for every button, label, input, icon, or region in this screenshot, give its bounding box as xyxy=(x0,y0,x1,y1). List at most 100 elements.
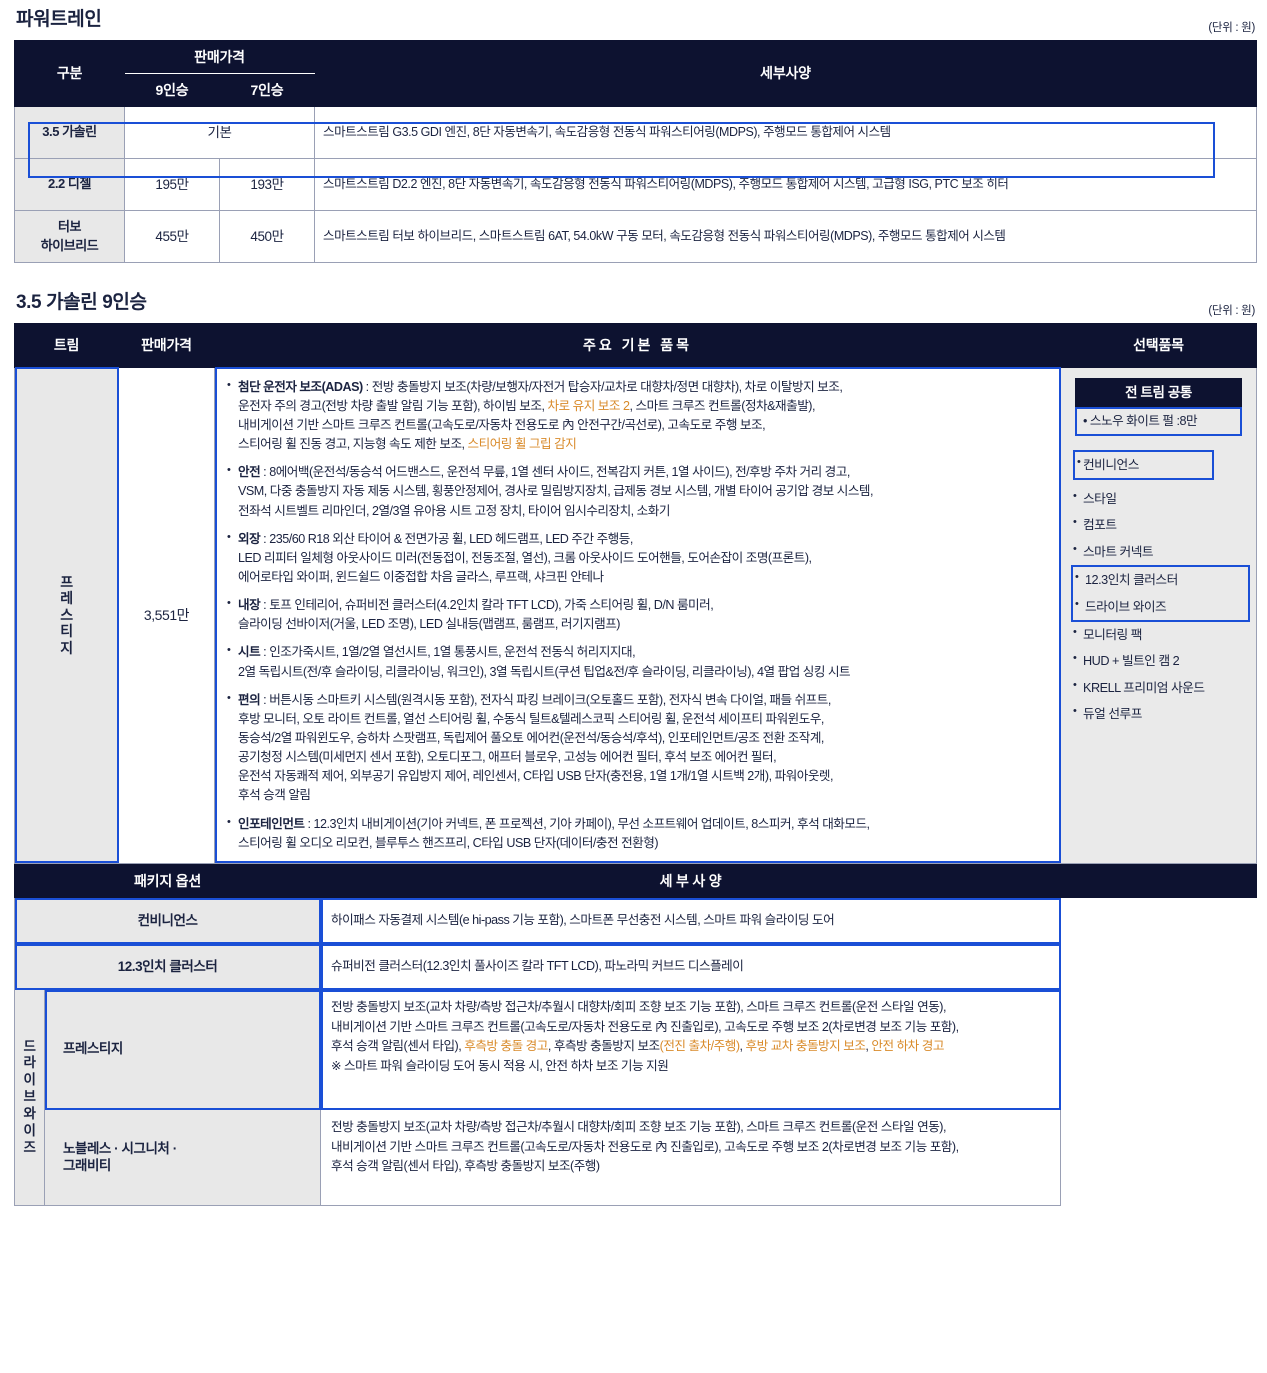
item-separator: : xyxy=(260,692,270,707)
option-item-hud-builtin-cam[interactable]: HUD + 빌트인 캠 2 xyxy=(1073,648,1246,674)
package-spacer-cell xyxy=(1060,943,1257,990)
powertrain-section-title: 파워트레인 xyxy=(16,9,102,30)
item-text: 2열 독립시트(전/후 슬라이딩, 리클라이닝, 워크인), 3열 독립시트(쿠… xyxy=(238,664,851,679)
drive-wise-label-line1: 드라이브 xyxy=(23,1038,36,1105)
row-spec-diesel: 스마트스트림 D2.2 엔진, 8단 자동변속기, 속도감응형 전동식 파워스티… xyxy=(314,158,1257,211)
package-table-head: 패키지 옵션 세 부 사 양 xyxy=(14,863,1257,899)
option-label: 12.3인치 클러스터 xyxy=(1085,573,1178,588)
item-text: 운전자 주의 경고(전방 차량 출발 알림 기능 포함), 하이빔 보조, xyxy=(238,398,548,413)
item-category: 인포테인먼트 xyxy=(238,816,305,831)
option-item-drive-wise[interactable]: 드라이브 와이즈 xyxy=(1075,594,1244,620)
option-item-dual-sunroof[interactable]: 듀얼 선루프 xyxy=(1073,701,1246,727)
item-text: 전방 충돌방지 보조(차량/보행자/자전거 탑승자/교차로 대향차/정면 대향차… xyxy=(371,379,843,394)
option-label: 스마트 커넥트 xyxy=(1083,544,1154,559)
package-label-prestige: 프레스티지 xyxy=(44,989,321,1111)
powertrain-section: 파워트레인 (단위 : 원) 구분 판매가격 세부사양 9인승 7인승 3.5 … xyxy=(14,6,1257,264)
option-snow-white-pearl[interactable]: • 스노우 화이트 펄 :8만 xyxy=(1075,407,1242,436)
item-category: 외장 xyxy=(238,531,261,546)
item-separator: : xyxy=(260,465,270,480)
trim-name-cell: 프 레 스 티 지 xyxy=(14,366,119,864)
trim-table: 트림 판매가격 주요 기본 품목 선택품목 프 레 스 티 지 3,551만 •… xyxy=(14,322,1257,864)
item-text: 동승석/2열 파워윈도우, 승하차 스팟램프, 독립제어 풀오토 에어컨(운전석… xyxy=(238,730,824,745)
row-price7-hybrid: 450만 xyxy=(218,210,316,264)
row-category-diesel: 2.2 디젤 xyxy=(14,158,125,211)
table-row: 드라이브 와이즈 프레스티지 전방 충돌방지 보조(교차 차량/측방 접근차/추… xyxy=(14,989,1257,1207)
noblesse-label-line2: 그래비티 xyxy=(63,1157,111,1173)
item-separator: : xyxy=(260,531,270,546)
item-text: 12.3인치 내비게이션(기아 커넥트, 폰 프로젝션, 기아 카페이), 무선… xyxy=(313,816,871,831)
option-item-comfort[interactable]: 컴포트 xyxy=(1073,512,1246,538)
package-group-label-drive-wise: 드라이브 와이즈 xyxy=(14,989,45,1207)
package-spec-cluster: 슈퍼비전 클러스터(12.3인치 풀사이즈 칼라 TFT LCD), 파노라믹 … xyxy=(320,943,1061,991)
noblesse-label-line1: 노블레스 · 시그니처 · xyxy=(63,1140,177,1156)
document-page: 파워트레인 (단위 : 원) 구분 판매가격 세부사양 9인승 7인승 3.5 … xyxy=(0,0,1267,1214)
item-text-highlight: 차로 유지 보조 2 xyxy=(547,398,630,413)
option-label: 컨비니언스 xyxy=(1083,457,1139,472)
header-seat9: 9인승 xyxy=(124,72,220,108)
row-category-hybrid: 터보 하이브리드 xyxy=(14,210,125,264)
option-item-style[interactable]: 스타일 xyxy=(1073,486,1246,512)
item-category: 첨단 운전자 보조(ADAS) xyxy=(238,379,363,394)
powertrain-unit-note: (단위 : 원) xyxy=(1208,21,1255,34)
item-text: 스티어링 휠 오디오 리모컨, 블루투스 핸즈프리, C타입 USB 단자(데이… xyxy=(238,835,659,850)
package-spec-line: 내비게이션 기반 스마트 크루즈 컨트롤(고속도로/자동차 전용도로 內 진출입… xyxy=(331,1139,959,1154)
table-row: 12.3인치 클러스터 슈퍼비전 클러스터(12.3인치 풀사이즈 칼라 TFT… xyxy=(14,943,1257,991)
row-category-gasoline: 3.5 가솔린 xyxy=(14,106,125,160)
trim-table-body: 프 레 스 티 지 3,551만 첨단 운전자 보조(ADAS) : 전방 충 xyxy=(14,366,1257,864)
table-row: 프 레 스 티 지 3,551만 첨단 운전자 보조(ADAS) : 전방 충 xyxy=(14,366,1257,864)
item-text: 8에어백(운전석/동승석 어드밴스드, 운전석 무릎, 1열 센터 사이드, 전… xyxy=(269,465,850,480)
package-spec-line: 후석 승객 알림(센서 타입), 후측방 충돌방지 보조(주행) xyxy=(331,1159,600,1174)
package-spec-line: 전방 충돌방지 보조(교차 차량/측방 접근차/추월시 대향차/회피 조향 보조… xyxy=(331,1120,946,1135)
item-text: 공기청정 시스템(미세먼지 센서 포함), 오토디포그, 애프터 블로우, 고성… xyxy=(238,750,777,765)
option-item-cluster[interactable]: 12.3인치 클러스터 xyxy=(1075,567,1244,593)
trim-section-title: 3.5 가솔린 9인승 xyxy=(16,292,147,314)
header-options: 선택품목 xyxy=(1060,322,1257,368)
item-text: 운전석 자동쾌적 제어, 외부공기 유입방지 제어, 레인센서, C타입 USB… xyxy=(238,769,834,784)
package-spec-highlight: 후방 교차 충돌방지 보조 xyxy=(745,1039,866,1054)
options-list-rest: 모니터링 팩 HUD + 빌트인 캠 2 KRELL 프리미엄 사운드 듀얼 선… xyxy=(1071,622,1250,728)
table-row: 노블레스 · 시그니처 · 그래비티 전방 충돌방지 보조(교차 차량/측방 접… xyxy=(15,1109,1257,1207)
package-table-body: 컨비니언스 하이패스 자동결제 시스템(e hi-pass 기능 포함), 스마… xyxy=(14,897,1257,1207)
item-text: 내비게이션 기반 스마트 크루즈 컨트롤(고속도로/자동차 전용도로 內 안전구… xyxy=(238,417,766,432)
option-item-smart-connect[interactable]: 스마트 커넥트 xyxy=(1073,539,1246,565)
header-package-option: 패키지 옵션 xyxy=(14,863,321,899)
item-separator: : xyxy=(362,379,372,394)
package-spec-line: , 후측방 충돌방지 보조 xyxy=(547,1039,660,1054)
item-text: 슬라이딩 선바이저(거울, LED 조명), LED 실내등(맵램프, 룸램프,… xyxy=(238,617,621,632)
option-label: 컴포트 xyxy=(1083,518,1117,533)
options-common-header: 전 트림 공통 xyxy=(1075,377,1242,408)
package-spec-highlight: (전진 출차/주행) xyxy=(659,1039,740,1054)
option-item-monitoring-pack[interactable]: 모니터링 팩 xyxy=(1073,622,1246,648)
header-trim: 트림 xyxy=(14,322,119,368)
trim-name-vertical: 프 레 스 티 지 xyxy=(60,573,73,657)
item-text: 후방 모니터, 오토 라이트 컨트롤, 열선 스티어링 휠, 수동식 틸트&텔레… xyxy=(238,711,824,726)
item-text: , 스마트 크루즈 컨트롤(정차&재출발), xyxy=(629,398,815,413)
list-item: 안전 : 8에어백(운전석/동승석 어드밴스드, 운전석 무릎, 1열 센터 사… xyxy=(227,462,1050,520)
main-items-cell: 첨단 운전자 보조(ADAS) : 전방 충돌방지 보조(차량/보행자/자전거 … xyxy=(214,366,1061,864)
item-category: 내장 xyxy=(238,598,261,613)
row-category-hybrid-line2: 하이브리드 xyxy=(40,237,99,253)
row-price9-hybrid: 455만 xyxy=(124,210,220,264)
row-spec-hybrid: 스마트스트림 터보 하이브리드, 스마트스트림 6AT, 54.0kW 구동 모… xyxy=(314,210,1257,264)
option-item-krell-sound[interactable]: KRELL 프리미엄 사운드 xyxy=(1073,675,1246,701)
option-label: 듀얼 선루프 xyxy=(1083,707,1142,722)
header-package-detail: 세 부 사 양 xyxy=(320,863,1061,899)
option-item-convenience[interactable]: 컨비니언스 xyxy=(1073,449,1214,480)
table-row: 3.5 가솔린 기본 스마트스트림 G3.5 GDI 엔진, 8단 자동변속기,… xyxy=(14,106,1257,160)
header-trim-price: 판매가격 xyxy=(118,322,215,368)
item-text: 에어로타입 와이퍼, 윈드쉴드 이중접합 차음 글라스, 루프랙, 샤크핀 안테… xyxy=(238,569,604,584)
table-row: 터보 하이브리드 455만 450만 스마트스트림 터보 하이브리드, 스마트스… xyxy=(14,210,1257,264)
item-text: 인조가죽시트, 1열/2열 열선시트, 1열 통풍시트, 운전석 전동식 허리지… xyxy=(269,645,636,660)
item-text: VSM, 다중 충돌방지 자동 제동 시스템, 횡풍안정제어, 경사로 밀림방지… xyxy=(238,484,874,499)
row-category-hybrid-line1: 터보 xyxy=(57,218,82,234)
trim-name-char: 프 xyxy=(60,573,73,590)
item-text: 토프 인테리어, 슈퍼비전 클러스터(4.2인치 칼라 TFT LCD), 가죽… xyxy=(269,598,714,613)
item-text-highlight: 스티어링 휠 그립 감지 xyxy=(467,437,577,452)
trim-table-head: 트림 판매가격 주요 기본 품목 선택품목 xyxy=(14,322,1257,368)
package-spec-line: 후석 승객 알림(센서 타입), xyxy=(331,1039,465,1054)
header-package-spacer xyxy=(1060,863,1257,899)
list-item: 내장 : 토프 인테리어, 슈퍼비전 클러스터(4.2인치 칼라 TFT LCD… xyxy=(227,595,1050,634)
package-label-noblesse: 노블레스 · 시그니처 · 그래비티 xyxy=(44,1109,321,1207)
trim-name-char: 스 xyxy=(60,606,73,623)
item-text: 후석 승객 알림 xyxy=(238,788,311,803)
